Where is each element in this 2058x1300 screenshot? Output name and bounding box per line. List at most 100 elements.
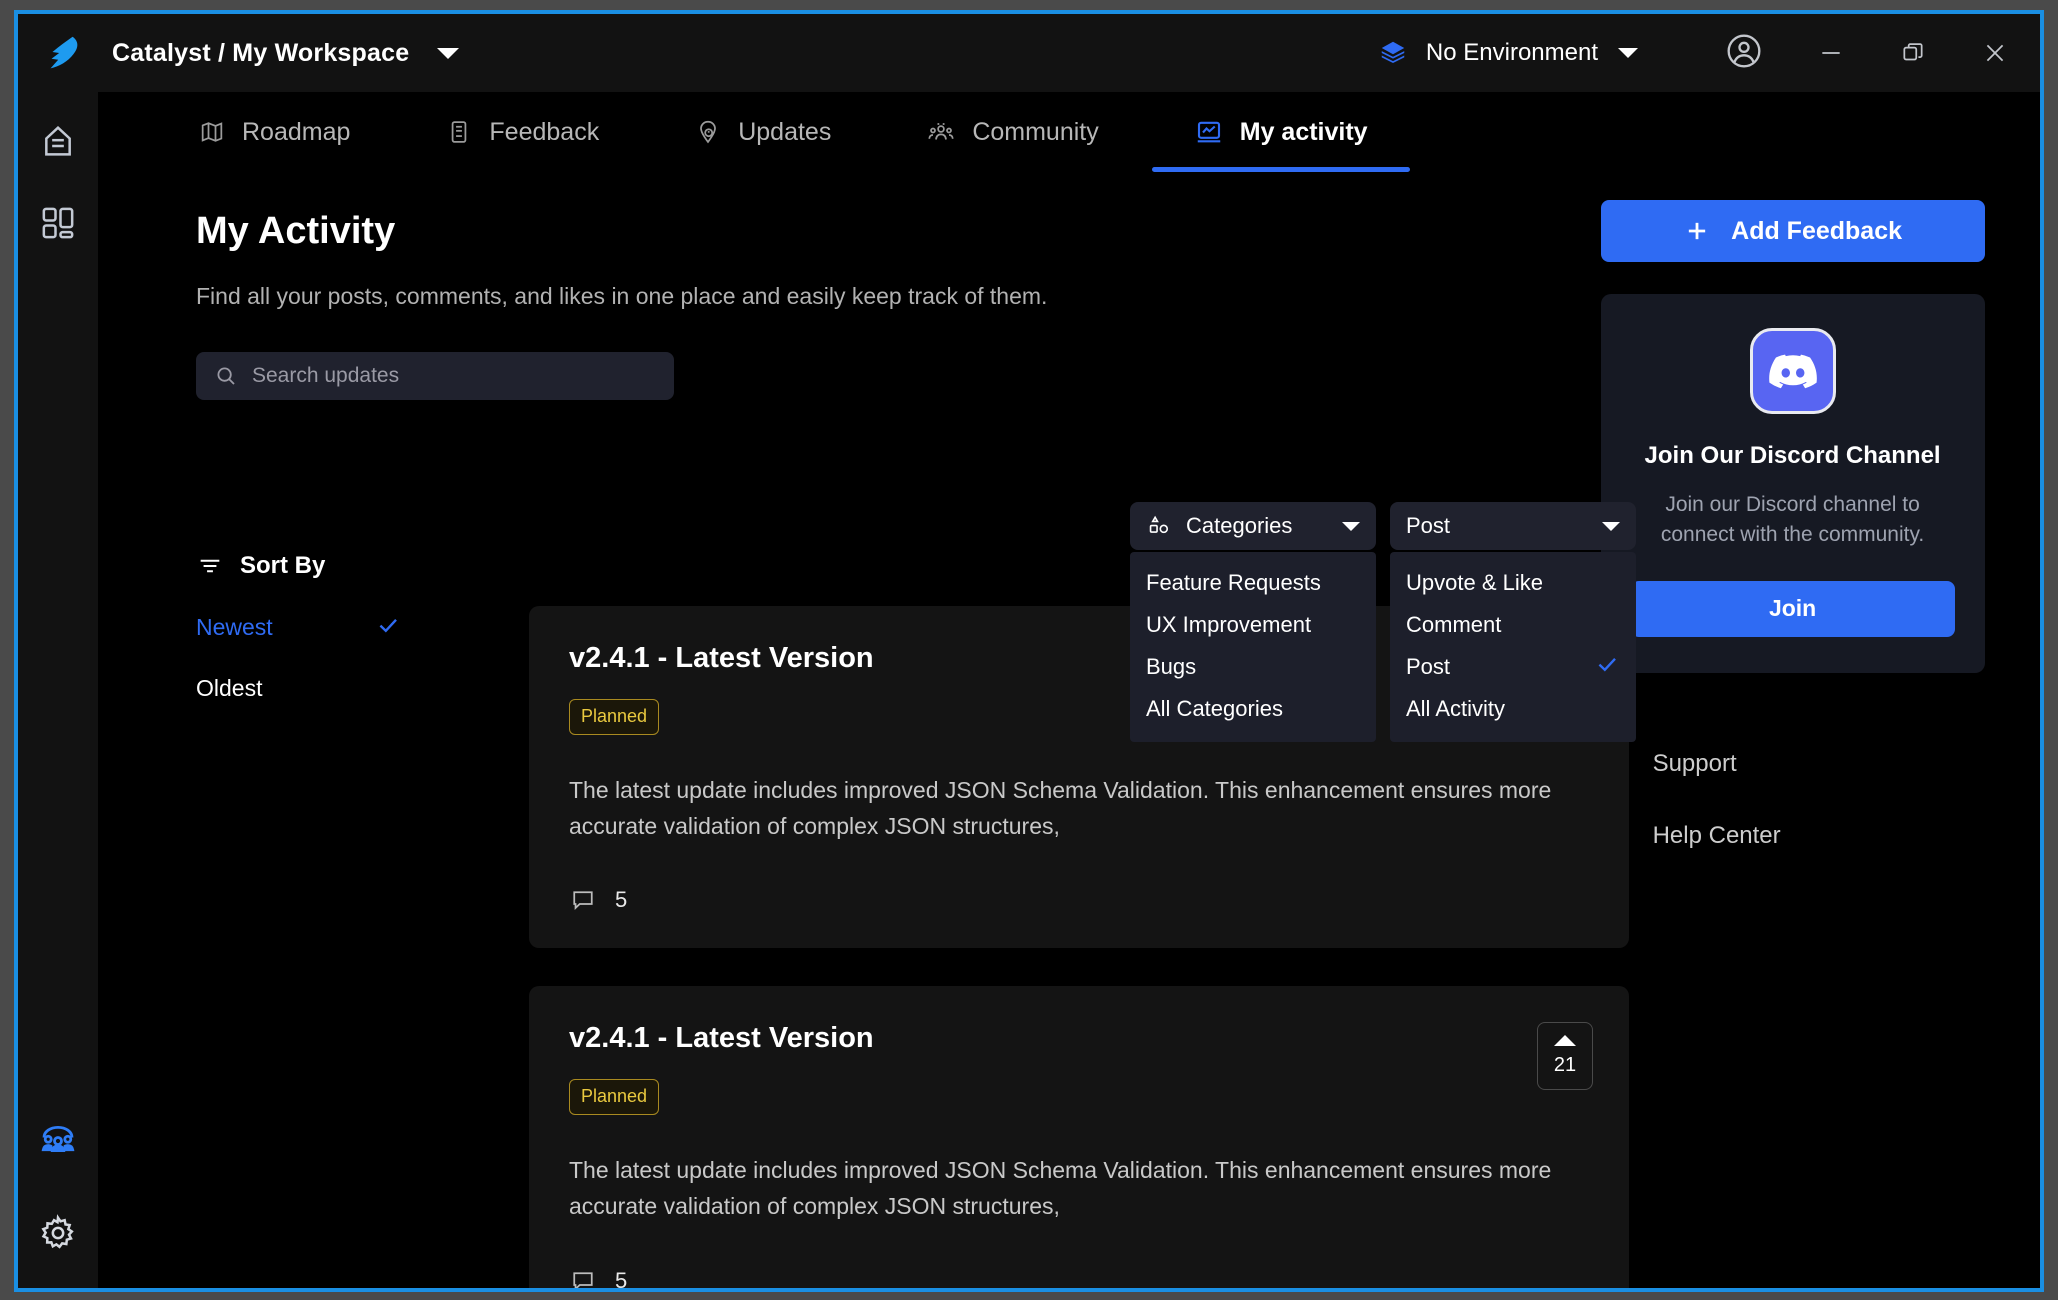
sidebar-item-home[interactable]: [37, 120, 79, 162]
activity-option-comment[interactable]: Comment: [1390, 604, 1636, 646]
search-icon: [217, 367, 235, 385]
tab-updates[interactable]: Updates: [694, 92, 831, 172]
right-sidebar: Add Feedback Join Our Discord Channel Jo…: [1600, 172, 2040, 1288]
search-field[interactable]: [196, 352, 674, 400]
gear-icon: [41, 1214, 74, 1249]
main-layout: My Activity Find all your posts, comment…: [98, 172, 2040, 1288]
sort-option-oldest[interactable]: Oldest: [196, 675, 401, 702]
plus-icon: [1688, 222, 1706, 240]
help-links: Support Help Center: [1601, 749, 2040, 851]
workspace-chevron-down-icon[interactable]: [437, 47, 460, 59]
sort-option-newest[interactable]: Newest: [196, 612, 401, 643]
bird-logo-icon: [50, 36, 78, 69]
categories-chevron-down-icon: [1342, 521, 1360, 531]
environment-selector[interactable]: No Environment: [1378, 38, 1638, 68]
sort-option-newest-label: Newest: [196, 614, 273, 640]
card-title: v2.4.1 - Latest Version: [569, 1022, 874, 1055]
categories-dropdown-button[interactable]: Categories: [1130, 502, 1376, 550]
categories-option-ux-improvement[interactable]: UX Improvement: [1130, 604, 1376, 646]
home-icon: [45, 125, 71, 156]
titlebar-right-group: No Environment: [1378, 31, 2040, 76]
categories-option-label: Feature Requests: [1146, 570, 1321, 595]
tab-my-activity-label: My activity: [1239, 117, 1368, 146]
comment-icon[interactable]: [569, 886, 597, 914]
content-area: Roadmap Feedback Updates Community My ac…: [98, 92, 2040, 1288]
categories-filter: Categories Feature Requests UX Improveme…: [1130, 502, 1376, 742]
sort-by-label: Sort By: [240, 552, 326, 579]
tab-feedback[interactable]: Feedback: [445, 92, 599, 172]
discord-title: Join Our Discord Channel: [1644, 442, 1941, 469]
activity-option-all-activity[interactable]: All Activity: [1390, 688, 1636, 730]
tab-feedback-label: Feedback: [489, 117, 600, 146]
page-subtitle: Find all your posts, comments, and likes…: [196, 283, 1048, 309]
card-body: The latest update includes improved JSON…: [569, 1157, 1552, 1219]
sort-newest-check-icon: [375, 612, 401, 643]
add-feedback-label: Add Feedback: [1731, 216, 1903, 245]
activity-option-upvote-like[interactable]: Upvote & Like: [1390, 562, 1636, 604]
upvote-count: 21: [1553, 1054, 1577, 1077]
categories-dropdown-label: Categories: [1186, 513, 1293, 538]
close-button[interactable]: [1980, 38, 2010, 68]
community-people-icon: [41, 1125, 75, 1153]
categories-option-all-categories[interactable]: All Categories: [1130, 688, 1376, 730]
activity-option-label: Upvote & Like: [1406, 570, 1543, 595]
comment-count: 5: [615, 1267, 628, 1292]
comment-count: 5: [615, 887, 628, 913]
sort-panel: Sort By Newest Oldest: [196, 552, 446, 702]
activity-option-label: All Activity: [1406, 696, 1506, 721]
activity-option-post[interactable]: Post: [1390, 646, 1636, 688]
card-body: The latest update includes improved JSON…: [569, 777, 1552, 839]
activity-dropdown-menu: Upvote & Like Comment Post All Activity: [1390, 552, 1636, 742]
minimize-icon: [1822, 52, 1840, 54]
status-badge: Planned: [569, 699, 660, 735]
activity-chevron-down-icon: [1602, 521, 1620, 531]
discord-join-button[interactable]: Join: [1630, 580, 1955, 637]
comment-icon[interactable]: [569, 1267, 597, 1292]
discord-icon: [1749, 328, 1836, 414]
activity-card[interactable]: v2.4.1 - Latest Version Planned The late…: [529, 986, 1629, 1292]
sidebar-item-community[interactable]: [37, 1120, 79, 1162]
nav-tabs: Roadmap Feedback Updates Community My ac…: [98, 92, 2040, 172]
activity-dropdown-button[interactable]: Post: [1390, 502, 1636, 550]
sidebar-item-settings[interactable]: [37, 1212, 79, 1254]
left-rail: [18, 92, 98, 1288]
sidebar-item-dashboard[interactable]: [37, 202, 79, 244]
maximize-button[interactable]: [1898, 38, 1928, 68]
categories-option-bugs[interactable]: Bugs: [1130, 646, 1376, 688]
add-feedback-button[interactable]: Add Feedback: [1600, 200, 1985, 262]
activity-option-label: Comment: [1406, 612, 1502, 637]
activity-type-filter: Post Upvote & Like Comment Post All Acti…: [1390, 502, 1636, 742]
support-link[interactable]: Support: [1601, 749, 2040, 779]
upvote-arrow-icon: [1554, 1035, 1576, 1047]
workspace-title: Catalyst / My Workspace: [112, 38, 410, 67]
sort-by-heading: Sort By: [196, 552, 446, 580]
activity-chart-icon: [1197, 121, 1220, 143]
categories-dropdown-menu: Feature Requests UX Improvement Bugs All…: [1130, 552, 1376, 742]
help-center-link[interactable]: Help Center: [1601, 821, 2040, 851]
tab-roadmap[interactable]: Roadmap: [198, 92, 350, 172]
title-bar: Catalyst / My Workspace No Environment: [18, 14, 2040, 92]
activity-dropdown-label: Post: [1406, 513, 1451, 538]
categories-option-feature-requests[interactable]: Feature Requests: [1130, 562, 1376, 604]
shapes-icon: [1149, 515, 1169, 534]
close-icon: [1986, 44, 2004, 62]
pin-clock-icon: [700, 120, 717, 144]
environment-label: No Environment: [1425, 39, 1598, 66]
discord-description: Join our Discord channel to connect with…: [1660, 493, 1925, 547]
sort-option-oldest-label: Oldest: [196, 675, 263, 701]
tab-community-label: Community: [972, 117, 1099, 146]
tab-community[interactable]: Community: [926, 92, 1099, 172]
sort-icon: [200, 559, 220, 573]
account-button[interactable]: [1724, 31, 1764, 76]
search-input[interactable]: [252, 364, 632, 388]
tab-my-activity[interactable]: My activity: [1151, 92, 1410, 172]
tab-roadmap-label: Roadmap: [242, 117, 351, 146]
upvote-button[interactable]: 21: [1537, 1022, 1593, 1091]
rail-top-group: [37, 120, 79, 244]
page-title: My Activity: [196, 210, 396, 252]
restore-icon: [1903, 43, 1923, 61]
minimize-button[interactable]: [1816, 38, 1846, 68]
map-icon: [201, 122, 223, 142]
categories-option-label: All Categories: [1146, 696, 1283, 721]
discord-card: Join Our Discord Channel Join our Discor…: [1600, 294, 1985, 673]
